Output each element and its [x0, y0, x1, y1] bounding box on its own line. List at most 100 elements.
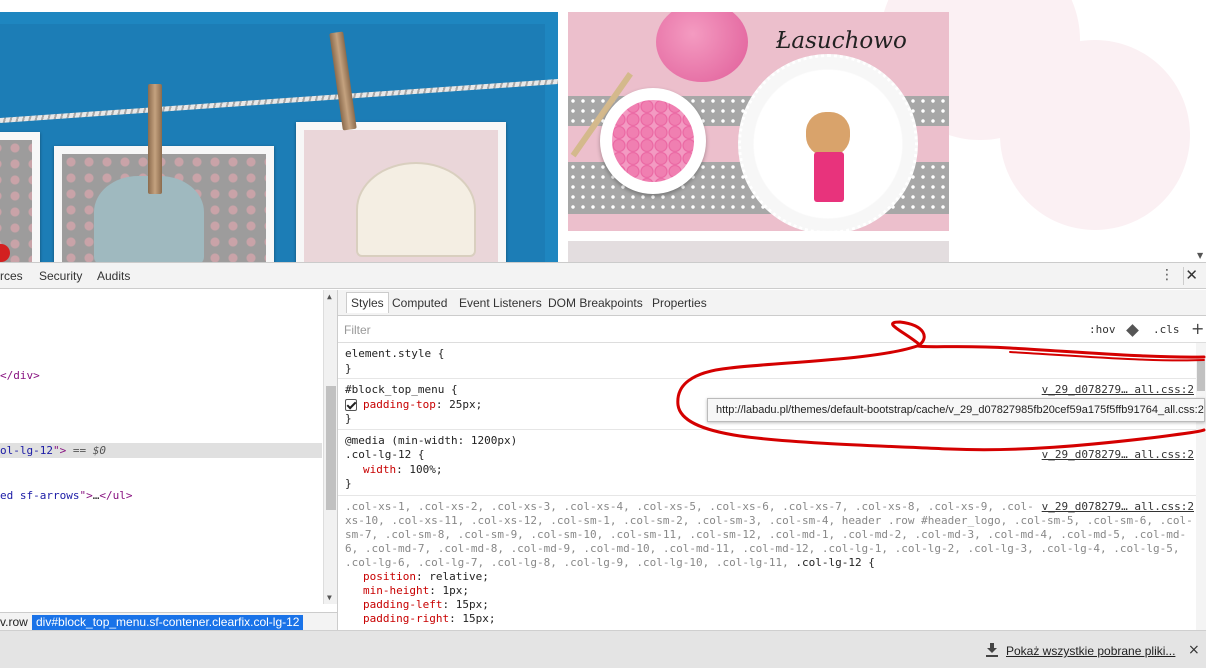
dom-node[interactable]: ed sf-arrows">…</ul> — [0, 488, 132, 503]
tag-text: </div> — [0, 369, 40, 382]
media-query: @media (min-width: 1200px) — [345, 434, 518, 447]
gingerbread-figure — [806, 112, 850, 156]
dollar-zero: $0 — [92, 444, 106, 457]
rule-source-link[interactable]: v_29_d078279… all.css:2 — [1037, 500, 1194, 513]
property-name: min-height — [363, 584, 430, 597]
devtools-panel: rces Security Audits ⋮ ✕ </div> ol-lg-12… — [0, 262, 1206, 631]
scroll-thumb[interactable] — [1197, 361, 1205, 391]
gingerbread-dress — [814, 152, 844, 202]
tab-styles[interactable]: Styles — [346, 292, 389, 313]
rule-media-col-lg-12[interactable]: @media (min-width: 1200px) .col-lg-12 { … — [338, 430, 1196, 496]
tab-dom-breakpoints[interactable]: DOM Breakpoints — [548, 296, 643, 310]
scroll-down-arrow-icon[interactable]: ▼ — [1197, 251, 1203, 260]
rule-source-link[interactable]: v_29_d078279… all.css:2 — [1042, 448, 1194, 461]
property-value: relative; — [429, 570, 489, 583]
property-value: 100%; — [409, 463, 443, 476]
scroll-thumb[interactable] — [326, 386, 336, 510]
show-all-downloads-link[interactable]: Pokaż wszystkie pobrane pliki... — [1006, 644, 1175, 658]
photo-frame — [0, 132, 40, 262]
filter-input[interactable]: Filter — [344, 323, 371, 337]
property-value: 1px; — [442, 584, 469, 597]
property-value: 15px; — [455, 598, 489, 611]
cls-toggle[interactable]: .cls — [1153, 323, 1180, 336]
dom-node[interactable]: </div> — [0, 368, 40, 383]
matched-selector: .col-lg-12 { — [795, 556, 875, 569]
new-rule-plus-icon[interactable]: + — [1191, 319, 1204, 338]
elements-tree[interactable]: </div> ol-lg-12"> == $0 ed sf-arrows">…<… — [0, 290, 337, 604]
tag-text: "> — [52, 444, 67, 457]
scroll-down-arrow-icon[interactable]: ▼ — [327, 593, 332, 602]
downloads-bar: Pokaż wszystkie pobrane pliki... × — [0, 630, 1206, 668]
photo-frame — [296, 122, 506, 262]
property-line[interactable]: padding-top: 25px; — [363, 398, 482, 412]
devtools-tabbar: rces Security Audits ⋮ ✕ — [0, 263, 1206, 289]
property-line[interactable]: position: relative; — [363, 570, 489, 584]
attr-value: ol-lg-12 — [0, 444, 53, 457]
selector-line: .col-lg-6, .col-lg-7, .col-lg-8, .col-lg… — [345, 556, 875, 570]
lollipop — [656, 12, 748, 82]
tab-sources[interactable]: rces — [0, 269, 23, 283]
rule-selector: #block_top_menu { — [345, 383, 458, 396]
photo-frame — [54, 146, 274, 262]
tag-text: </ul> — [99, 489, 133, 502]
source-url-tooltip: http://labadu.pl/themes/default-bootstra… — [707, 398, 1205, 422]
property-line[interactable]: min-height: 1px; — [363, 584, 469, 598]
clothespin — [148, 84, 162, 194]
scroll-up-arrow-icon[interactable]: ▲ — [327, 292, 332, 301]
kebab-menu-icon[interactable]: ⋮ — [1160, 267, 1174, 283]
background-circle — [1000, 40, 1190, 230]
selector-line: xs-10, .col-xs-11, .col-xs-12, .col-sm-1… — [345, 514, 1193, 527]
breadcrumb: v.row div#block_top_menu.sf-contener.cle… — [0, 612, 337, 631]
candy-bowl — [600, 88, 706, 194]
selector-text: .col-lg-6, .col-lg-7, .col-lg-8, .col-lg… — [345, 556, 796, 569]
close-icon[interactable]: × — [1188, 642, 1200, 658]
brand-logo-text: Łasuchowo — [776, 28, 907, 54]
property-value: 15px; — [462, 612, 496, 625]
property-line[interactable]: width: 100%; — [363, 463, 443, 477]
tab-event-listeners[interactable]: Event Listeners — [459, 296, 542, 310]
breadcrumb-item[interactable]: v.row — [0, 615, 32, 630]
dom-node-selected[interactable]: ol-lg-12"> == $0 — [0, 443, 322, 458]
tag-text: "> — [79, 489, 93, 502]
tab-properties[interactable]: Properties — [652, 296, 707, 310]
property-line[interactable]: padding-left: 15px; — [363, 598, 489, 612]
selector-line: .col-xs-1, .col-xs-2, .col-xs-3, .col-xs… — [345, 500, 1034, 513]
page-scrollbar[interactable]: ▼ — [1196, 0, 1206, 262]
rule-close-brace: } — [345, 362, 352, 375]
tab-computed[interactable]: Computed — [392, 296, 447, 310]
property-name: padding-right — [363, 612, 450, 625]
property-name: padding-top — [363, 398, 436, 411]
property-name: position — [363, 570, 416, 583]
property-line[interactable]: padding-right: 15px; — [363, 612, 495, 626]
rule-selector: .col-lg-12 { — [345, 448, 425, 461]
element-state-icon[interactable] — [1126, 324, 1139, 337]
property-name: width — [363, 463, 397, 476]
styles-scrollbar[interactable] — [1196, 343, 1206, 631]
equals-text: == — [66, 444, 93, 457]
tab-audits[interactable]: Audits — [97, 269, 130, 283]
close-icon[interactable]: ✕ — [1185, 266, 1198, 284]
styles-pane: Styles Computed Event Listeners DOM Brea… — [337, 290, 1206, 631]
property-name: padding-left — [363, 598, 443, 611]
property-value: 25px; — [449, 398, 483, 411]
breadcrumb-item-active[interactable]: div#block_top_menu.sf-contener.clearfix.… — [32, 615, 304, 630]
tab-security[interactable]: Security — [39, 269, 82, 283]
rule-source-link[interactable]: v_29_d078279… all.css:2 — [1042, 383, 1194, 396]
cradle — [356, 162, 476, 257]
banner-second[interactable] — [568, 241, 949, 262]
rule-element-style[interactable]: element.style { } — [338, 344, 1196, 379]
rule-selector: element.style { — [345, 347, 445, 360]
page-viewport: Łasuchowo ▼ — [0, 0, 1206, 262]
banner-clothesline[interactable] — [0, 12, 558, 262]
elements-scrollbar[interactable]: ▲ ▼ — [323, 290, 337, 604]
hov-toggle[interactable]: :hov — [1089, 323, 1116, 336]
selector-line: sm-7, .col-sm-8, .col-sm-9, .col-sm-10, … — [345, 528, 1187, 541]
rule-close-brace: } — [345, 412, 352, 425]
property-checkbox[interactable] — [345, 399, 357, 411]
download-icon-base — [986, 655, 998, 657]
attr-value: ed sf-arrows — [0, 489, 80, 502]
rule-col-grid[interactable]: v_29_d078279… all.css:2 .col-xs-1, .col-… — [338, 496, 1196, 631]
styles-tabbar: Styles Computed Event Listeners DOM Brea… — [338, 290, 1206, 316]
divider — [1183, 267, 1184, 285]
selector-line: 6, .col-md-7, .col-md-8, .col-md-9, .col… — [345, 542, 1180, 555]
